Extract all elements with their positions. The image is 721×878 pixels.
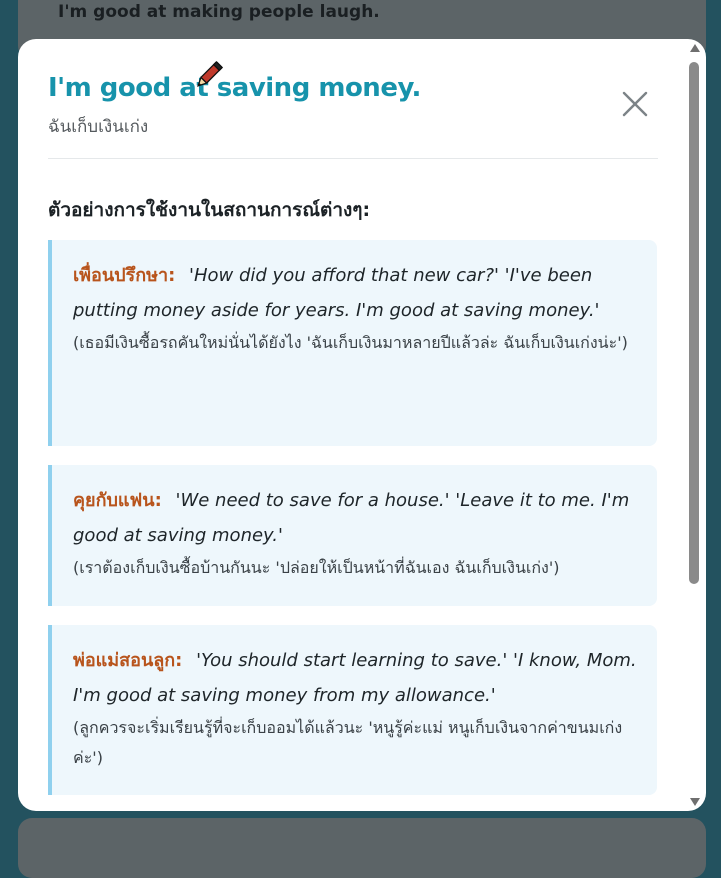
close-button[interactable] (618, 87, 652, 121)
example-thai-translation: (เราต้องเก็บเงินซื้อบ้านกันนะ 'ปล่อยให้เ… (73, 558, 560, 577)
modal-title: I'm good at saving money. (48, 73, 421, 103)
scroll-down-arrow-icon[interactable] (690, 798, 700, 806)
example-speaker: คุยกับแฟน: (73, 490, 162, 511)
example-english: คุยกับแฟน: 'We need to save for a house.… (73, 483, 639, 553)
scrollbar-thumb[interactable] (689, 62, 699, 584)
example-card: เพื่อนปรึกษา: 'How did you afford that n… (48, 240, 657, 446)
example-card: คุยกับแฟน: 'We need to save for a house.… (48, 465, 657, 606)
scroll-up-arrow-icon[interactable] (690, 44, 700, 52)
background-card-title: I'm good at making people laugh. (58, 2, 380, 22)
example-card: พ่อแม่สอนลูก: 'You should start learning… (48, 625, 657, 795)
example-thai-translation: (ลูกควรจะเริ่มเรียนรู้ที่จะเก็บออมได้แล้… (73, 718, 623, 767)
examples-heading: ตัวอย่างการใช้งานในสถานการณ์ต่างๆ: (48, 199, 371, 221)
pencil-cursor-icon (190, 58, 226, 94)
example-speaker: พ่อแม่สอนลูก: (73, 650, 183, 671)
modal-scrollbar[interactable] (686, 42, 702, 810)
example-english: พ่อแม่สอนลูก: 'You should start learning… (73, 643, 639, 713)
header-divider (48, 158, 658, 159)
close-x-icon (622, 91, 648, 117)
background-card-bottom (18, 818, 706, 878)
modal-subtitle-translation: ฉันเก็บเงินเก่ง (48, 117, 149, 137)
example-thai-translation: (เธอมีเงินซื้อรถคันใหม่นั่นได้ยังไง 'ฉัน… (73, 333, 628, 352)
example-speaker: เพื่อนปรึกษา: (73, 265, 176, 286)
phrase-detail-modal: I'm good at saving money. ฉันเก็บเงินเก่… (18, 39, 706, 811)
example-english: เพื่อนปรึกษา: 'How did you afford that n… (73, 258, 639, 328)
